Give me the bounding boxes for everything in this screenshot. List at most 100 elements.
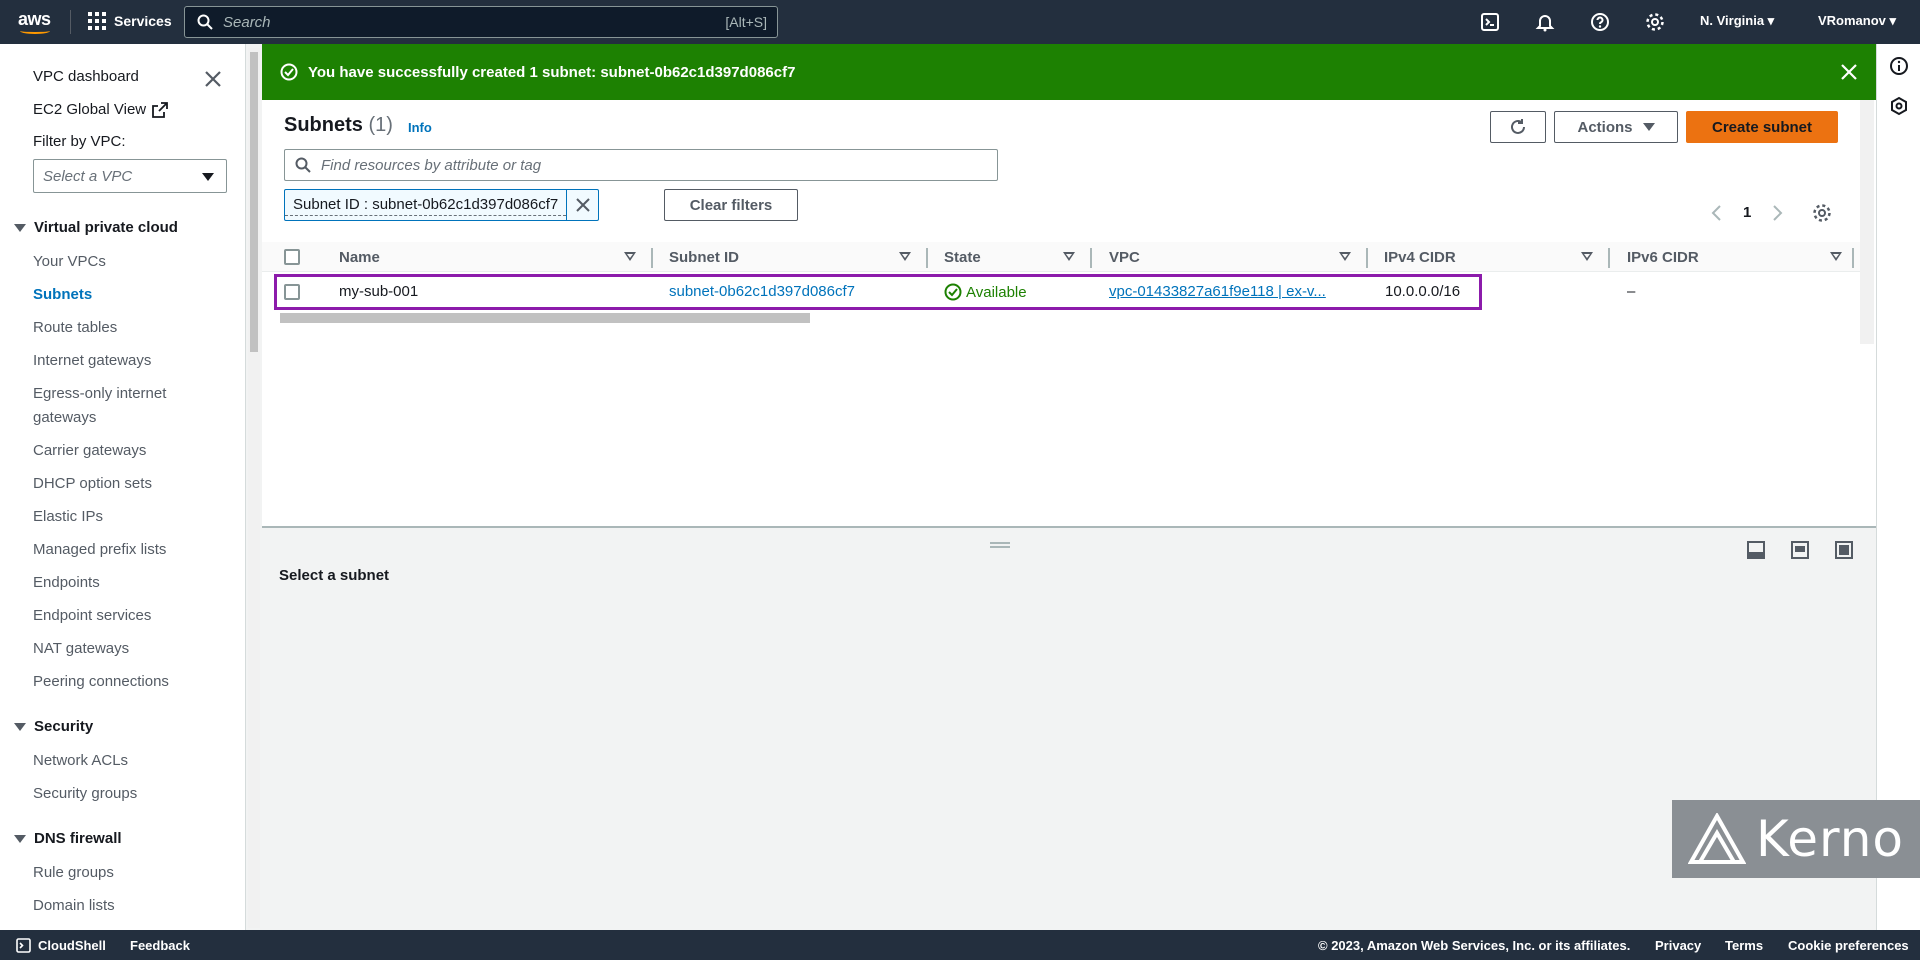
dismiss-close-icon[interactable] [1840,63,1858,81]
column-resizer[interactable] [1608,248,1610,268]
info-circle-icon[interactable] [1889,56,1909,76]
sidebar-item-your-vpcs[interactable]: Your VPCs [33,253,106,270]
column-header-state[interactable]: State [944,249,981,266]
table-horizontal-scrollbar[interactable] [266,311,1860,325]
refresh-icon [1511,119,1525,134]
section-security[interactable]: Security [14,718,93,735]
notifications-bell-icon[interactable] [1535,12,1555,32]
region-selector[interactable]: N. Virginia ▾ [1700,13,1774,29]
section-dns-firewall[interactable]: DNS firewall [14,830,122,847]
vpc-filter-select[interactable]: Select a VPC [33,159,227,193]
create-subnet-button[interactable]: Create subnet [1686,111,1838,143]
sidebar-item-egress-only-internet-gateways-line2[interactable]: gateways [33,409,96,426]
sidebar-item-vpc-dashboard[interactable]: VPC dashboard [33,68,139,85]
sidebar-item-endpoints[interactable]: Endpoints [33,574,100,591]
aws-logo[interactable]: aws [18,9,54,35]
sidebar-item-internet-gateways[interactable]: Internet gateways [33,352,151,369]
sidebar-item-network-acls[interactable]: Network ACLs [33,752,128,769]
sort-icon[interactable] [624,252,636,261]
split-panel [262,528,1876,930]
column-resizer[interactable] [651,248,653,268]
sidebar-item-elastic-ips[interactable]: Elastic IPs [33,508,103,525]
sort-icon[interactable] [1339,252,1351,261]
filter-token-label[interactable]: Subnet ID : subnet-0b62c1d397d086cf7 [285,190,567,216]
create-subnet-label: Create subnet [1711,118,1813,136]
sidebar-item-nat-gateways[interactable]: NAT gateways [33,640,129,657]
refresh-button[interactable] [1490,111,1546,143]
section-virtual-private-cloud[interactable]: Virtual private cloud [14,219,178,236]
sidebar-item-carrier-gateways[interactable]: Carrier gateways [33,442,146,459]
sort-icon[interactable] [1063,252,1075,261]
footer-privacy-link[interactable]: Privacy [1655,938,1701,953]
sidebar-item-egress-only-internet-gateways[interactable]: Egress-only internet [33,385,166,402]
cloudshell-icon[interactable] [1480,12,1500,32]
search-icon [197,14,213,30]
services-menu-button[interactable]: Services [88,12,172,30]
sort-icon[interactable] [1830,252,1842,261]
cell-ipv6-cidr: – [1627,283,1636,300]
column-resizer[interactable] [926,248,928,268]
kerno-logo-icon [1687,813,1746,864]
resize-handle-icon[interactable] [990,542,1010,548]
footer-cookie-preferences-link[interactable]: Cookie preferences [1788,938,1909,953]
panel-bottom-layout-icon[interactable] [1747,541,1765,559]
top-navigation-bar: aws Services Search [Alt+S] N. Virginia … [0,0,1920,44]
hexagon-help-icon[interactable] [1889,96,1909,116]
column-header-subnet-id[interactable]: Subnet ID [669,249,739,266]
select-all-checkbox[interactable] [284,249,300,265]
remove-token-button[interactable] [566,190,598,220]
close-icon[interactable] [204,70,222,88]
footer-terms-link[interactable]: Terms [1725,938,1763,953]
external-link-icon [152,101,169,118]
section-heading: Virtual private cloud [34,219,178,236]
column-resizer[interactable] [1852,248,1854,268]
grid-menu-icon [88,12,106,30]
aws-smile-icon [20,28,50,34]
footer-copyright: © 2023, Amazon Web Services, Inc. or its… [1318,938,1631,953]
sidebar-item-endpoint-services[interactable]: Endpoint services [33,607,151,624]
column-header-ipv6-cidr[interactable]: IPv6 CIDR [1627,249,1699,266]
chevron-right-icon[interactable] [1770,204,1784,222]
actions-dropdown-button[interactable]: Actions [1554,111,1678,143]
sidebar-item-rule-groups[interactable]: Rule groups [33,864,114,881]
scrollbar-thumb[interactable] [280,313,810,323]
filter-token[interactable]: Subnet ID : subnet-0b62c1d397d086cf7 [284,189,600,221]
column-resizer[interactable] [1366,248,1368,268]
property-filter-input[interactable]: Find resources by attribute or tag [284,149,998,181]
column-header-vpc[interactable]: VPC [1109,249,1140,266]
sidebar-item-ec2-global-view[interactable]: EC2 Global View [33,101,169,118]
sidebar-item-route-tables[interactable]: Route tables [33,319,117,336]
scrollbar-thumb[interactable] [250,52,258,352]
column-header-ipv4-cidr[interactable]: IPv4 CIDR [1384,249,1456,266]
sidebar-item-domain-lists[interactable]: Domain lists [33,897,115,914]
clear-filters-button[interactable]: Clear filters [664,189,798,221]
main-vertical-scrollbar[interactable] [1860,100,1874,344]
panel-maximize-icon[interactable] [1835,541,1853,559]
footer-cloudshell-link[interactable]: CloudShell [38,938,106,953]
settings-gear-icon[interactable] [1645,12,1665,32]
right-tools-rail [1876,44,1920,930]
panel-side-layout-icon[interactable] [1791,541,1809,559]
sort-icon[interactable] [1581,252,1593,261]
global-search-input[interactable]: Search [Alt+S] [184,6,778,38]
current-page-number[interactable]: 1 [1743,204,1751,221]
chevron-left-icon[interactable] [1710,204,1724,222]
sidebar-item-dhcp-option-sets[interactable]: DHCP option sets [33,475,152,492]
account-menu[interactable]: VRomanov ▾ [1818,13,1896,29]
column-resizer[interactable] [1090,248,1092,268]
cloudshell-icon[interactable] [16,938,31,953]
sidebar-scrollbar[interactable] [248,48,260,928]
sidebar-item-peering-connections[interactable]: Peering connections [33,673,169,690]
column-header-name[interactable]: Name [339,249,380,266]
sidebar-item-security-groups[interactable]: Security groups [33,785,137,802]
info-link[interactable]: Info [408,120,432,135]
sidebar-item-subnets[interactable]: Subnets [33,286,92,303]
footer-feedback-link[interactable]: Feedback [130,938,190,953]
title-count: (1) [368,114,393,136]
section-heading: Security [34,718,94,735]
help-icon[interactable] [1590,12,1610,32]
sort-icon[interactable] [899,252,911,261]
preferences-gear-icon[interactable] [1812,203,1832,223]
split-panel-divider[interactable] [262,526,1876,528]
sidebar-item-managed-prefix-lists[interactable]: Managed prefix lists [33,541,166,558]
